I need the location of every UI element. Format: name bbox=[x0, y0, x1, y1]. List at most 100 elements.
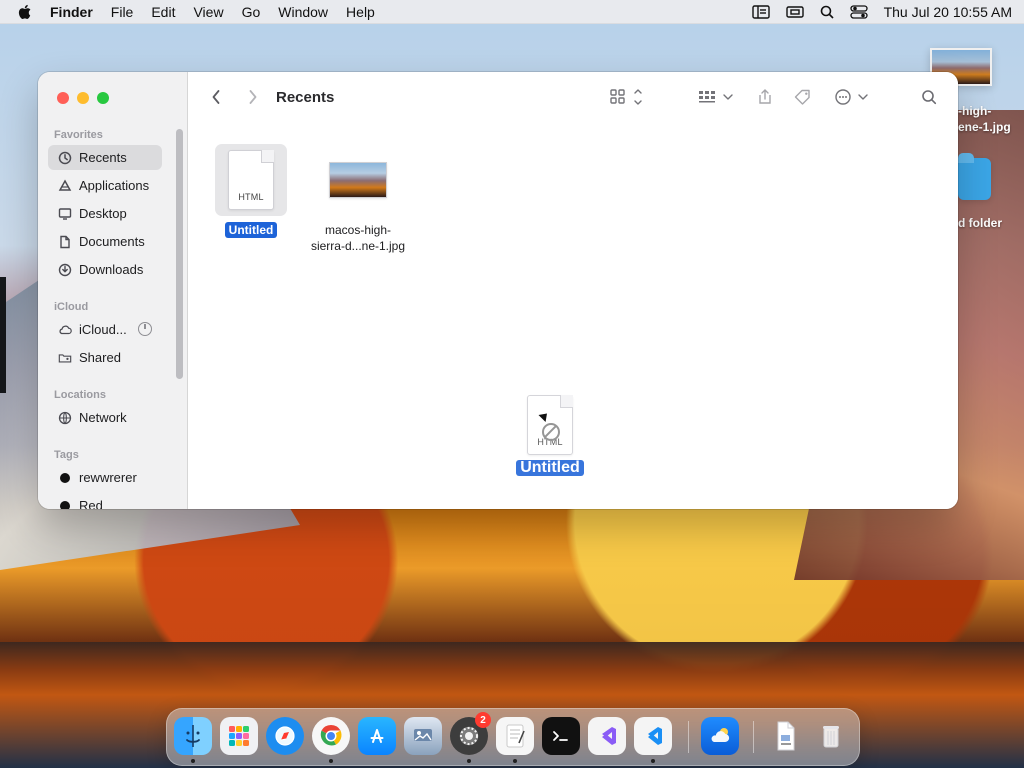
file-kind-label: HTML bbox=[238, 192, 264, 202]
search-button[interactable] bbox=[920, 88, 938, 110]
close-window-button[interactable] bbox=[57, 92, 69, 104]
forbidden-icon bbox=[542, 423, 560, 441]
dragging-file-item[interactable]: HTML Untitled bbox=[514, 395, 586, 477]
finder-window: Favorites Recents Applications Desktop D… bbox=[38, 72, 958, 509]
dock-running-indicator bbox=[467, 759, 471, 763]
sidebar-item-network[interactable]: Network bbox=[48, 405, 162, 430]
tag-icon bbox=[793, 88, 813, 111]
menu-go[interactable]: Go bbox=[242, 4, 261, 20]
chrome-dock-icon[interactable] bbox=[312, 717, 350, 755]
share-button[interactable] bbox=[756, 88, 774, 110]
dragging-file-name: Untitled bbox=[516, 460, 584, 476]
preview-dock-icon[interactable] bbox=[404, 717, 442, 755]
dock-separator bbox=[688, 721, 689, 753]
terminal-dock-icon[interactable] bbox=[542, 717, 580, 755]
sidebar-item-documents[interactable]: Documents bbox=[48, 229, 162, 254]
finder-sidebar: Favorites Recents Applications Desktop D… bbox=[38, 72, 188, 509]
window-title: Recents bbox=[276, 89, 335, 106]
sidebar-item-recents[interactable]: Recents bbox=[48, 145, 162, 170]
minimize-window-button[interactable] bbox=[77, 92, 89, 104]
visual-studio-dock-icon[interactable] bbox=[588, 717, 626, 755]
weather-dock-icon[interactable] bbox=[701, 717, 739, 755]
dock: 2 bbox=[166, 708, 860, 766]
sidebar-item-label: Downloads bbox=[79, 262, 144, 277]
menu-bar-right: Thu Jul 20 10:55 AM bbox=[751, 4, 1012, 20]
menu-view[interactable]: View bbox=[193, 4, 223, 20]
desktop-image-label-line2[interactable]: ene-1.jpg bbox=[958, 120, 1011, 134]
desktop-folder-label[interactable]: d folder bbox=[958, 216, 1002, 230]
sidebar-item-label: Network bbox=[79, 410, 127, 425]
vscode-dock-icon[interactable] bbox=[634, 717, 672, 755]
sidebar-item-label: Desktop bbox=[79, 206, 127, 221]
shared-folder-icon bbox=[58, 351, 72, 365]
group-grid-icon bbox=[697, 88, 737, 111]
textedit-dock-icon[interactable] bbox=[496, 717, 534, 755]
desktop-folder-icon[interactable] bbox=[958, 153, 991, 200]
launchpad-dock-icon[interactable] bbox=[220, 717, 258, 755]
sidebar-section-icloud: iCloud bbox=[54, 301, 89, 313]
icon-view-grid-icon bbox=[609, 88, 643, 111]
file-thumbnail: HTML bbox=[215, 144, 287, 216]
app-store-dock-icon[interactable] bbox=[358, 717, 396, 755]
tag-color-dot bbox=[60, 472, 70, 483]
dock-running-indicator bbox=[191, 759, 195, 763]
more-actions-button[interactable] bbox=[834, 88, 870, 110]
document-icon bbox=[58, 235, 72, 249]
file-item-macos-high-sierra[interactable]: macos-high- sierra-d...ne-1.jpg bbox=[309, 144, 407, 254]
menu-edit[interactable]: Edit bbox=[151, 4, 175, 20]
jpeg-file-dock-icon[interactable] bbox=[766, 717, 804, 755]
trash-dock-icon[interactable] bbox=[812, 717, 850, 755]
cloud-icon bbox=[58, 323, 72, 337]
sidebar-section-locations: Locations bbox=[54, 389, 106, 401]
sidebar-item-tag-red[interactable]: Red bbox=[48, 493, 162, 509]
view-mode-button[interactable] bbox=[608, 88, 644, 110]
zoom-window-button[interactable] bbox=[97, 92, 109, 104]
menu-clock[interactable]: Thu Jul 20 10:55 AM bbox=[884, 4, 1012, 20]
desktop-image-label-line1[interactable]: -high- bbox=[958, 104, 991, 118]
dock-running-indicator bbox=[513, 759, 517, 763]
menu-help[interactable]: Help bbox=[346, 4, 375, 20]
menu-finder[interactable]: Finder bbox=[50, 4, 93, 20]
menu-file[interactable]: File bbox=[111, 4, 134, 20]
file-thumbnail bbox=[322, 144, 394, 216]
control-center-icon[interactable] bbox=[849, 4, 868, 19]
group-by-button[interactable] bbox=[696, 88, 738, 110]
menu-bar: Finder File Edit View Go Window Help Thu… bbox=[0, 0, 1024, 24]
sidebar-item-label: Shared bbox=[79, 350, 121, 365]
sidebar-scrollbar[interactable] bbox=[176, 129, 183, 379]
search-icon bbox=[921, 89, 937, 110]
sidebar-item-label: Documents bbox=[79, 234, 145, 249]
file-item-untitled[interactable]: HTML Untitled bbox=[202, 144, 300, 238]
sidebar-item-shared[interactable]: Shared bbox=[48, 345, 162, 370]
dock-running-indicator bbox=[329, 759, 333, 763]
chevron-right-icon bbox=[248, 89, 258, 110]
sidebar-item-desktop[interactable]: Desktop bbox=[48, 201, 162, 226]
sidebar-item-label: Red bbox=[79, 498, 103, 509]
sidebar-item-label: Recents bbox=[79, 150, 127, 165]
tag-button[interactable] bbox=[792, 88, 814, 110]
apple-icon[interactable] bbox=[18, 4, 32, 20]
sidebar-item-tag-rewwrerer[interactable]: rewwrerer bbox=[48, 465, 162, 490]
menu-window[interactable]: Window bbox=[278, 4, 328, 20]
dock-separator bbox=[753, 721, 754, 753]
safari-dock-icon[interactable] bbox=[266, 717, 304, 755]
finder-dock-icon[interactable] bbox=[174, 717, 212, 755]
chevron-left-icon bbox=[211, 89, 221, 110]
desktop-icon bbox=[58, 207, 72, 221]
sidebar-item-applications[interactable]: Applications bbox=[48, 173, 162, 198]
file-name: macos-high- sierra-d...ne-1.jpg bbox=[310, 223, 406, 253]
screen-mirroring-icon[interactable] bbox=[785, 5, 804, 19]
sidebar-section-tags: Tags bbox=[54, 449, 79, 461]
applications-icon bbox=[58, 178, 72, 193]
sidebar-item-downloads[interactable]: Downloads bbox=[48, 257, 162, 282]
menu-bar-left: Finder File Edit View Go Window Help bbox=[18, 4, 393, 20]
jpg-thumbnail-image bbox=[329, 162, 387, 198]
dock-running-indicator bbox=[651, 759, 655, 763]
sidebar-item-label: rewwrerer bbox=[79, 470, 137, 485]
back-button[interactable] bbox=[208, 88, 224, 110]
desktop-left-edge bbox=[0, 277, 6, 393]
sidebar-icon[interactable] bbox=[751, 4, 770, 19]
forward-button[interactable] bbox=[245, 88, 261, 110]
search-icon[interactable] bbox=[820, 5, 834, 19]
network-icon bbox=[58, 411, 72, 425]
